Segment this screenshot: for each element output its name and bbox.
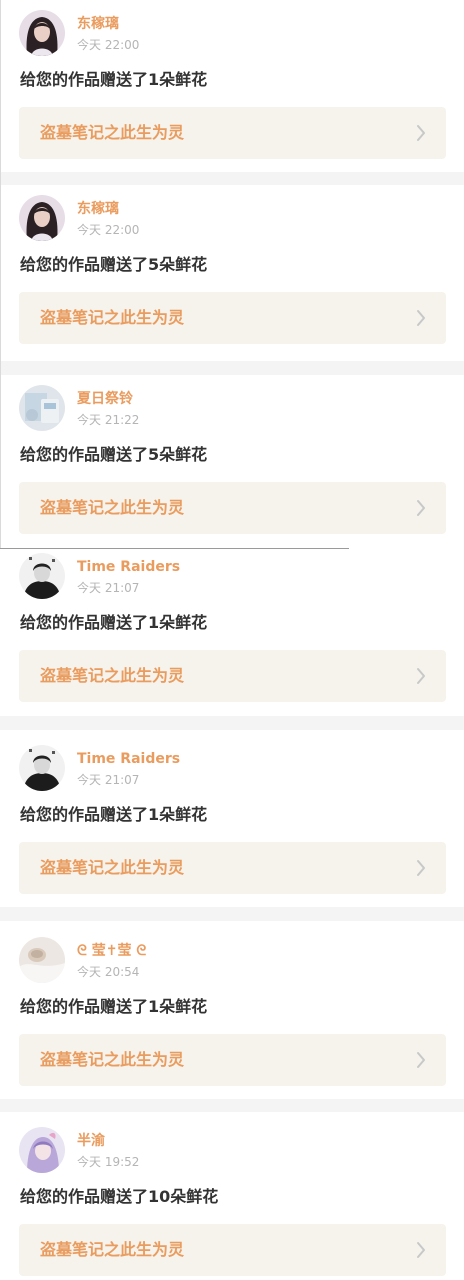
work-link-button[interactable]: 盗墓笔记之此生为灵 bbox=[19, 842, 446, 894]
work-link-button[interactable]: 盗墓笔记之此生为灵 bbox=[19, 1034, 446, 1086]
gift-message: 给您的作品赠送了5朵鲜花 bbox=[20, 445, 208, 464]
notification-card: 东稼璃今天 22:00 给您的作品赠送了5朵鲜花 盗墓笔记之此生为灵 bbox=[0, 185, 464, 357]
work-title: 盗墓笔记之此生为灵 bbox=[40, 858, 185, 877]
gift-message: 给您的作品赠送了1朵鲜花 bbox=[20, 805, 208, 824]
notification-card: 东稼璃今天 22:00 给您的作品赠送了1朵鲜花 盗墓笔记之此生为灵 bbox=[0, 0, 464, 172]
user-name[interactable]: Time Raiders bbox=[77, 558, 180, 576]
timestamp: 今天 19:52 bbox=[77, 1155, 140, 1169]
work-link-button[interactable]: 盗墓笔记之此生为灵 bbox=[19, 107, 446, 159]
timestamp: 今天 22:00 bbox=[77, 223, 140, 237]
chevron-right-icon bbox=[416, 1051, 426, 1069]
chevron-right-icon bbox=[416, 124, 426, 142]
timestamp: 今天 22:00 bbox=[77, 38, 140, 52]
work-title: 盗墓笔记之此生为灵 bbox=[40, 308, 185, 327]
user-name[interactable]: ᘓ 莹✝莹 ᘓ bbox=[77, 942, 146, 960]
black-white-portrait-avatar-icon[interactable] bbox=[19, 553, 65, 599]
chevron-right-icon bbox=[416, 499, 426, 517]
chevron-right-icon bbox=[416, 667, 426, 685]
section-separator bbox=[0, 1098, 464, 1112]
notification-card: Time Raiders 今天 21:07 给您的作品赠送了1朵鲜花 盗墓笔记之此生为… bbox=[0, 543, 464, 715]
chevron-right-icon bbox=[416, 859, 426, 877]
timestamp: 今天 21:07 bbox=[77, 581, 140, 595]
timestamp: 今天 21:07 bbox=[77, 773, 140, 787]
work-link-button[interactable]: 盗墓笔记之此生为灵 bbox=[19, 292, 446, 344]
left-edge-line bbox=[0, 0, 1, 548]
work-link-button[interactable]: 盗墓笔记之此生为灵 bbox=[19, 1224, 446, 1276]
gift-message: 给您的作品赠送了1朵鲜花 bbox=[20, 613, 208, 632]
work-title: 盗墓笔记之此生为灵 bbox=[40, 498, 185, 517]
gift-message: 给您的作品赠送了10朵鲜花 bbox=[20, 1187, 219, 1206]
user-name[interactable]: 半渝 bbox=[77, 1132, 105, 1150]
user-name[interactable]: Time Raiders bbox=[77, 750, 180, 768]
user-name[interactable]: 夏日祭铃 bbox=[77, 390, 133, 408]
gift-message: 给您的作品赠送了1朵鲜花 bbox=[20, 997, 208, 1016]
work-title: 盗墓笔记之此生为灵 bbox=[40, 123, 185, 142]
work-title: 盗墓笔记之此生为灵 bbox=[40, 666, 185, 685]
gift-message: 给您的作品赠送了1朵鲜花 bbox=[20, 70, 208, 89]
work-link-button[interactable]: 盗墓笔记之此生为灵 bbox=[19, 650, 446, 702]
work-title: 盗墓笔记之此生为灵 bbox=[40, 1050, 185, 1069]
user-name[interactable]: 东稼璃 bbox=[77, 200, 119, 218]
work-link-button[interactable]: 盗墓笔记之此生为灵 bbox=[19, 482, 446, 534]
timestamp: 今天 21:22 bbox=[77, 413, 140, 427]
divider-line bbox=[0, 548, 349, 549]
work-title: 盗墓笔记之此生为灵 bbox=[40, 1240, 185, 1259]
notification-card: Time Raiders 今天 21:07 给您的作品赠送了1朵鲜花 盗墓笔记之此生为… bbox=[0, 735, 464, 907]
timestamp: 今天 20:54 bbox=[77, 965, 140, 979]
notification-card: 夏日祭铃今天 21:22 给您的作品赠送了5朵鲜花 盗墓笔记之此生为灵 bbox=[0, 375, 464, 547]
section-separator bbox=[0, 361, 464, 375]
pale-blanket-photo-avatar-icon[interactable] bbox=[19, 937, 65, 983]
gift-message: 给您的作品赠送了5朵鲜花 bbox=[20, 255, 208, 274]
woman-portrait-avatar-icon[interactable] bbox=[19, 10, 65, 56]
section-separator bbox=[0, 171, 464, 185]
chevron-right-icon bbox=[416, 1241, 426, 1259]
section-separator bbox=[0, 716, 464, 730]
notification-card: ᘓ 莹✝莹 ᘓ 今天 20:54 给您的作品赠送了1朵鲜花 盗墓笔记之此生为灵 bbox=[0, 927, 464, 1099]
chevron-right-icon bbox=[416, 309, 426, 327]
black-white-portrait-avatar-icon[interactable] bbox=[19, 745, 65, 791]
anime-character-avatar-icon[interactable] bbox=[19, 1127, 65, 1173]
section-separator bbox=[0, 907, 464, 921]
notification-card: 半渝今天 19:52 给您的作品赠送了10朵鲜花盗墓笔记之此生为灵 bbox=[0, 1117, 464, 1280]
light-blue-photo-avatar-icon[interactable] bbox=[19, 385, 65, 431]
user-name[interactable]: 东稼璃 bbox=[77, 15, 119, 33]
woman-portrait-avatar-icon[interactable] bbox=[19, 195, 65, 241]
notification-feed: 东稼璃 今天 22:00 给您的作品赠送了1朵鲜花 盗墓笔记之此生为灵 东稼璃 今天 22… bbox=[0, 0, 464, 1280]
